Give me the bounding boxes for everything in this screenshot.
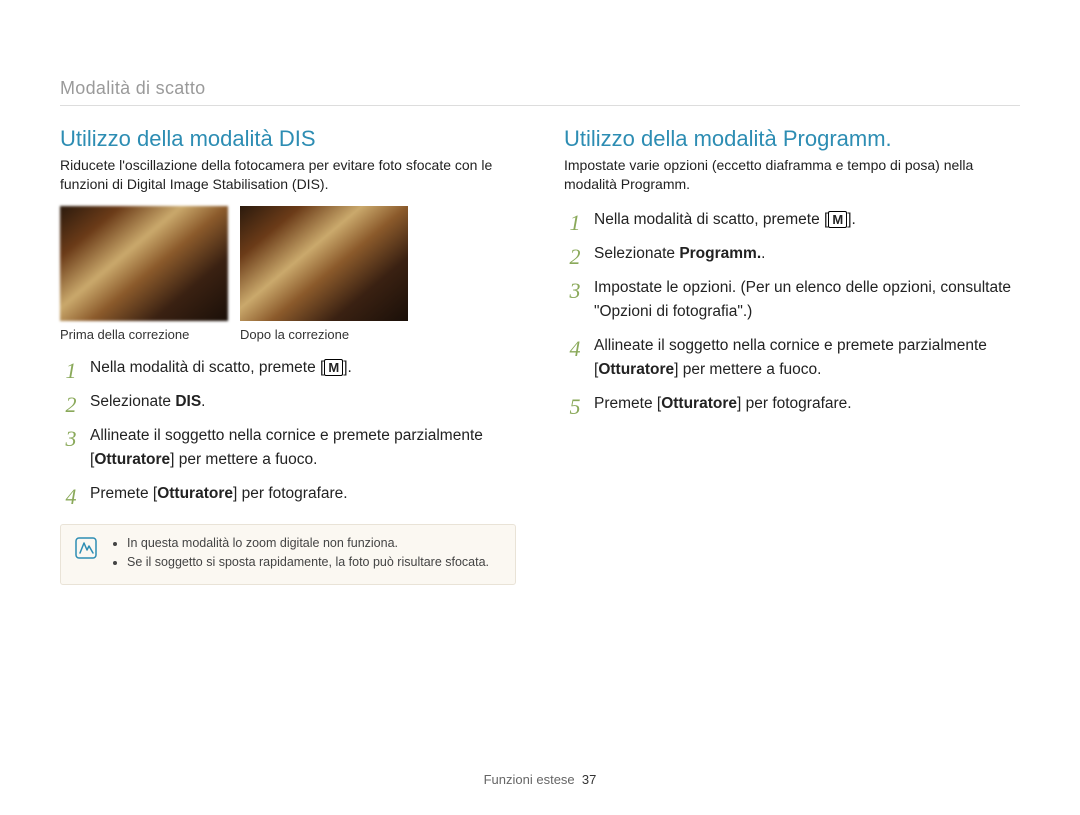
footer-section: Funzioni estese (484, 772, 575, 787)
text: Nella modalità di scatto, premete [ (90, 359, 324, 376)
text: Impostate le opzioni. (Per un elenco del… (594, 279, 1011, 320)
dis-step-2: Selezionate DIS. (60, 390, 516, 414)
left-column: Utilizzo della modalità DIS Riducete l'o… (60, 126, 516, 585)
text: . (201, 393, 205, 410)
text: Selezionate (594, 245, 679, 262)
programm-step-3: Impostate le opzioni. (Per un elenco del… (564, 276, 1020, 324)
dis-image-after (240, 206, 408, 321)
dis-title: Utilizzo della modalità DIS (60, 126, 516, 152)
manual-page: Modalità di scatto Utilizzo della modali… (0, 0, 1080, 815)
dis-caption-after: Dopo la correzione (240, 327, 408, 342)
dis-image-row: Prima della correzione Dopo la correzion… (60, 206, 516, 342)
text: Nella modalità di scatto, premete [ (594, 211, 828, 228)
text-bold: Programm. (679, 245, 761, 262)
dis-step-1: Nella modalità di scatto, premete [M]. (60, 356, 516, 380)
content-columns: Utilizzo della modalità DIS Riducete l'o… (60, 126, 1020, 585)
text: . (761, 245, 765, 262)
dis-caption-before: Prima della correzione (60, 327, 228, 342)
dis-note-2: Se il soggetto si sposta rapidamente, la… (127, 554, 489, 572)
note-icon (75, 537, 97, 559)
text: Selezionate (90, 393, 175, 410)
text: Premete [ (90, 485, 157, 502)
text-bold: DIS (175, 393, 201, 410)
text: Premete [ (594, 395, 661, 412)
programm-steps: Nella modalità di scatto, premete [M]. S… (564, 208, 1020, 416)
header-divider (60, 105, 1020, 106)
programm-step-5: Premete [Otturatore] per fotografare. (564, 392, 1020, 416)
text-bold: Otturatore (94, 451, 170, 468)
programm-intro: Impostate varie opzioni (eccetto diafram… (564, 156, 1020, 194)
text: ] per fotografare. (233, 485, 348, 502)
dis-note-list: In questa modalità lo zoom digitale non … (111, 535, 489, 574)
programm-step-2: Selezionate Programm.. (564, 242, 1020, 266)
right-column: Utilizzo della modalità Programm. Impost… (564, 126, 1020, 585)
dis-note-box: In questa modalità lo zoom digitale non … (60, 524, 516, 585)
programm-step-1: Nella modalità di scatto, premete [M]. (564, 208, 1020, 232)
text: ] per fotografare. (737, 395, 852, 412)
text-bold: Otturatore (157, 485, 233, 502)
page-footer: Funzioni estese 37 (0, 772, 1080, 787)
text: ] per mettere a fuoco. (170, 451, 317, 468)
dis-image-before (60, 206, 228, 321)
text: ] per mettere a fuoco. (674, 361, 821, 378)
programm-title: Utilizzo della modalità Programm. (564, 126, 1020, 152)
dis-intro: Riducete l'oscillazione della fotocamera… (60, 156, 516, 194)
dis-step-4: Premete [Otturatore] per fotografare. (60, 482, 516, 506)
dis-note-1: In questa modalità lo zoom digitale non … (127, 535, 489, 553)
dis-step-3: Allineate il soggetto nella cornice e pr… (60, 424, 516, 472)
text-bold: Otturatore (598, 361, 674, 378)
dis-steps: Nella modalità di scatto, premete [M]. S… (60, 356, 516, 506)
text: ]. (847, 211, 856, 228)
page-header: Modalità di scatto (60, 78, 1020, 99)
programm-step-4: Allineate il soggetto nella cornice e pr… (564, 334, 1020, 382)
mode-icon: M (828, 211, 847, 228)
text-bold: Otturatore (661, 395, 737, 412)
text: ]. (343, 359, 352, 376)
dis-image-after-wrap: Dopo la correzione (240, 206, 408, 342)
footer-page-number: 37 (582, 772, 596, 787)
dis-image-before-wrap: Prima della correzione (60, 206, 228, 342)
mode-icon: M (324, 359, 343, 376)
